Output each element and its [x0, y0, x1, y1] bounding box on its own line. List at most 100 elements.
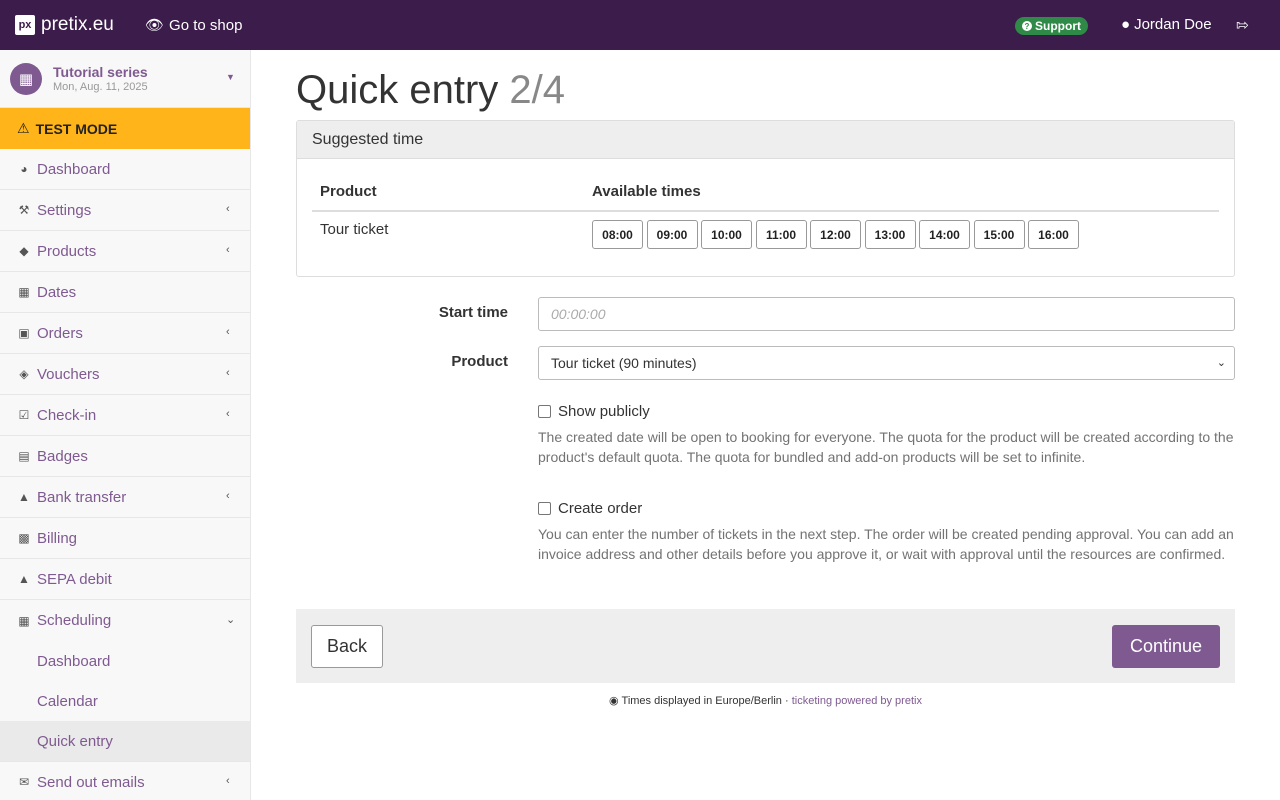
product-select-value: Tour ticket (90 minutes)	[551, 355, 697, 371]
test-mode-label: TEST MODE	[35, 120, 118, 137]
sidebar-item-vouchers[interactable]: ◈ Vouchers ‹	[0, 354, 250, 395]
sidebar-subitem-dashboard[interactable]: Dashboard	[0, 641, 250, 681]
eye-icon: 👁	[145, 17, 165, 34]
panel-title: Suggested time	[297, 121, 1234, 159]
logout-icon[interactable]: ⇰	[1236, 16, 1249, 34]
calendar-icon: ▦	[18, 613, 30, 628]
start-time-label: Start time	[438, 304, 508, 321]
show-publicly-checkbox[interactable]	[538, 405, 551, 418]
show-publicly-row: Show publicly	[538, 403, 650, 420]
sidebar-item-dates[interactable]: ▦ Dates	[0, 272, 250, 313]
table-cell-product: Tour ticket	[320, 221, 389, 238]
time-button[interactable]: 14:00	[919, 220, 970, 249]
event-date: Mon, Aug. 11, 2025	[53, 81, 148, 93]
footer-separator: ·	[784, 695, 789, 707]
tags-icon: ◈	[19, 367, 29, 381]
user-icon: ●	[1121, 16, 1131, 33]
time-button[interactable]: 15:00	[973, 220, 1025, 249]
start-time-placeholder: 00:00:00	[551, 306, 606, 322]
sidebar: ▦ Tutorial series Mon, Aug. 11, 2025 ▼ ⚠…	[0, 50, 251, 800]
create-order-label[interactable]: Create order	[558, 500, 642, 517]
continue-button[interactable]: Continue	[1112, 625, 1220, 668]
time-button[interactable]: 09:00	[646, 220, 698, 249]
sidebar-item-orders[interactable]: ▣ Orders ‹	[0, 313, 250, 354]
chevron-left-icon: ‹	[226, 203, 230, 215]
user-name: Jordan Doe	[1134, 16, 1212, 33]
sidebar-item-label: Settings	[37, 201, 92, 219]
top-navbar: px pretix.eu 👁 Go to shop ? Support ● Jo…	[0, 0, 1280, 50]
sidebar-item-sepa-debit[interactable]: ▲ SEPA debit	[0, 559, 250, 600]
sidebar-item-label: SEPA debit	[37, 570, 112, 588]
chevron-left-icon: ‹	[226, 775, 230, 787]
sidebar-item-label: Orders	[37, 324, 83, 342]
wrench-icon: ⚒	[18, 203, 30, 217]
support-label: Support	[1035, 19, 1081, 33]
start-time-input[interactable]: 00:00:00	[538, 297, 1235, 331]
back-button[interactable]: Back	[311, 625, 383, 668]
sidebar-item-label: Dashboard	[37, 160, 111, 178]
scheduling-submenu: Dashboard Calendar Quick entry	[0, 641, 250, 762]
show-publicly-label[interactable]: Show publicly	[558, 403, 650, 420]
sidebar-item-settings[interactable]: ⚒ Settings ‹	[0, 190, 250, 231]
brand-name: pretix.eu	[41, 14, 114, 35]
sidebar-item-label: Badges	[37, 447, 88, 465]
event-switcher[interactable]: ▦ Tutorial series Mon, Aug. 11, 2025 ▼	[0, 50, 250, 108]
ticket-icon: ◆	[19, 244, 29, 258]
create-order-row: Create order	[538, 500, 642, 517]
sidebar-item-check-in[interactable]: ☑ Check-in ‹	[0, 395, 250, 436]
create-order-help: You can enter the number of tickets in t…	[538, 526, 1234, 562]
create-order-checkbox[interactable]	[538, 502, 551, 515]
chevron-left-icon: ‹	[226, 367, 230, 379]
sidebar-subitem-quick-entry[interactable]: Quick entry	[0, 721, 250, 761]
chevron-left-icon: ‹	[226, 326, 230, 338]
pretix-logo-icon: px	[15, 15, 35, 35]
time-button[interactable]: 10:00	[701, 220, 752, 249]
warning-icon: ⚠	[17, 120, 30, 136]
calendar-icon: ▦	[10, 63, 42, 95]
user-menu[interactable]: ● Jordan Doe	[1121, 16, 1212, 33]
time-button[interactable]: 11:00	[755, 220, 807, 249]
question-circle-icon: ?	[1022, 21, 1032, 31]
envelope-icon: ✉	[18, 775, 30, 789]
go-to-shop-label: Go to shop	[169, 16, 243, 34]
support-button[interactable]: ? Support	[1015, 17, 1088, 35]
powered-by-link[interactable]: ticketing powered by pretix	[792, 695, 922, 707]
sidebar-item-dashboard[interactable]: ◕ Dashboard	[0, 149, 250, 190]
step-indicator: 2/4	[509, 68, 566, 112]
sidebar-subitem-calendar[interactable]: Calendar	[0, 681, 250, 721]
table-header: Product Available times	[312, 173, 1219, 212]
sidebar-item-scheduling[interactable]: ▦ Scheduling ⌄	[0, 600, 250, 641]
chevron-down-icon: ⌄	[1216, 357, 1226, 369]
calendar-icon: ▦	[18, 285, 30, 299]
time-buttons: 08:00 09:00 10:00 11:00 12:00 13:00 14:0…	[592, 220, 1079, 249]
test-mode-banner: ⚠ TEST MODE	[0, 108, 250, 149]
time-button[interactable]: 08:00	[592, 220, 643, 249]
brand-link[interactable]: px pretix.eu	[15, 14, 114, 36]
go-to-shop-link[interactable]: 👁 Go to shop	[145, 16, 243, 35]
page-footer: ◉ Times displayed in Europe/Berlin · tic…	[296, 694, 1235, 707]
sidebar-item-label: Dates	[37, 283, 77, 301]
product-select[interactable]: Tour ticket (90 minutes) ⌄	[538, 346, 1235, 380]
sidebar-item-billing[interactable]: ▩ Billing	[0, 518, 250, 559]
time-button[interactable]: 12:00	[810, 220, 861, 249]
sidebar-item-send-out-emails[interactable]: ✉ Send out emails ‹	[0, 762, 250, 800]
event-name: Tutorial series	[53, 64, 148, 80]
page-title-text: Quick entry	[296, 68, 499, 112]
sidebar-item-bank-transfer[interactable]: ▲ Bank transfer ‹	[0, 477, 250, 518]
page-title: Quick entry 2/4	[296, 68, 565, 113]
id-card-icon: ▤	[18, 449, 30, 463]
sidebar-item-products[interactable]: ◆ Products ‹	[0, 231, 250, 272]
dashboard-icon: ◕	[20, 162, 28, 176]
chevron-left-icon: ‹	[226, 490, 230, 502]
bank-icon: ▲	[18, 490, 30, 504]
column-header-available-times: Available times	[592, 183, 701, 200]
sidebar-item-label: Scheduling	[37, 612, 112, 629]
sidebar-item-badges[interactable]: ▤ Badges	[0, 436, 250, 477]
sidebar-item-label: Bank transfer	[37, 488, 127, 506]
column-header-product: Product	[320, 183, 377, 200]
chevron-left-icon: ‹	[226, 244, 230, 256]
time-button[interactable]: 13:00	[864, 220, 916, 249]
time-button[interactable]: 16:00	[1028, 220, 1079, 249]
product-label: Product	[451, 353, 508, 370]
show-publicly-help: The created date will be open to booking…	[538, 429, 1234, 465]
